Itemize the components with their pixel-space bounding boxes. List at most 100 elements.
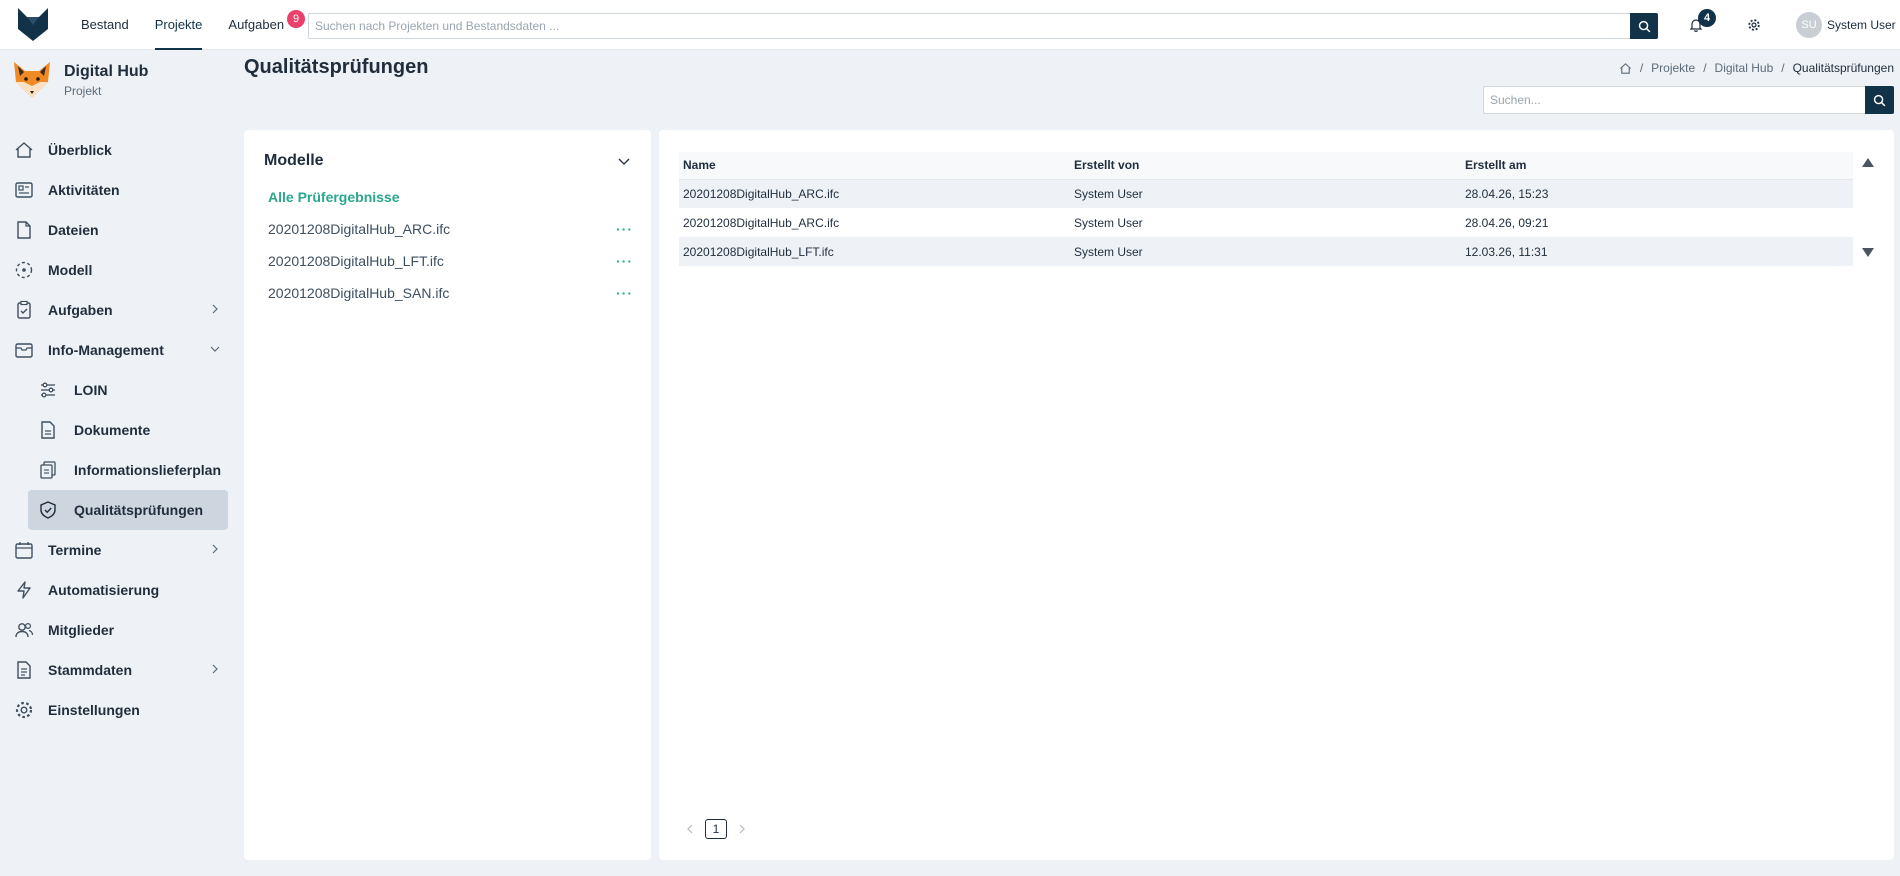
- document-icon: [41, 421, 55, 439]
- page-search-button[interactable]: [1865, 86, 1894, 114]
- breadcrumb-separator: /: [1781, 61, 1785, 75]
- search-icon: [1873, 94, 1886, 106]
- page-number-button[interactable]: 1: [705, 819, 727, 839]
- global-search-box: [308, 13, 1658, 39]
- previous-page-button[interactable]: [683, 822, 697, 836]
- sliders-icon: [41, 382, 55, 398]
- sidebar-item-info-management[interactable]: Info-Management: [0, 330, 235, 370]
- model-item[interactable]: 20201208DigitalHub_SAN.ifc ···: [268, 285, 633, 305]
- chevron-right-icon: [212, 664, 218, 674]
- breadcrumb-separator: /: [1639, 61, 1644, 75]
- scroll-up-arrow-icon[interactable]: [1862, 158, 1874, 167]
- sidebar-item-modell[interactable]: Modell: [0, 250, 235, 290]
- app-logo-icon[interactable]: [14, 5, 52, 43]
- cell-created-at: 12.03.26, 11:31: [1461, 237, 1853, 266]
- column-header-name[interactable]: Name: [679, 152, 1070, 180]
- chevron-right-icon: [212, 544, 218, 554]
- breadcrumb-projekte[interactable]: Projekte: [1651, 61, 1695, 75]
- scroll-down-arrow-icon[interactable]: [1862, 248, 1874, 257]
- table-row[interactable]: 20201208DigitalHub_ARC.ifc System User 2…: [679, 179, 1853, 208]
- models-panel: Modelle Alle Prüfergebnisse 20201208Digi…: [244, 130, 651, 860]
- cell-name: 20201208DigitalHub_LFT.ifc: [679, 237, 1070, 266]
- model-item[interactable]: 20201208DigitalHub_LFT.ifc ···: [268, 253, 633, 273]
- nav-projekte[interactable]: Projekte: [142, 0, 216, 50]
- sidebar-item-ueberblick[interactable]: Überblick: [0, 130, 235, 170]
- page-search-input[interactable]: [1484, 87, 1859, 113]
- users-icon: [15, 622, 34, 638]
- sidebar-item-automatisierung[interactable]: Automatisierung: [0, 570, 235, 610]
- sidebar-item-termine[interactable]: Termine: [0, 530, 235, 570]
- chevron-down-icon[interactable]: [617, 154, 631, 168]
- search-icon: [1638, 20, 1650, 32]
- sidebar-item-informationslieferplan[interactable]: Informationslieferplan: [0, 450, 235, 490]
- more-options-icon[interactable]: ···: [616, 253, 633, 269]
- sidebar-item-mitglieder[interactable]: Mitglieder: [0, 610, 235, 650]
- sidebar-item-aktivitaeten[interactable]: Aktivitäten: [0, 170, 235, 210]
- cell-name: 20201208DigitalHub_ARC.ifc: [683, 215, 840, 230]
- user-menu[interactable]: SU System User: [1796, 12, 1896, 38]
- cell-name: 20201208DigitalHub_ARC.ifc: [679, 179, 1070, 208]
- calendar-icon: [15, 542, 33, 559]
- sidebar-item-stammdaten[interactable]: Stammdaten: [0, 650, 235, 690]
- page-title: Qualitätsprüfungen: [244, 56, 429, 78]
- global-search-button[interactable]: [1630, 13, 1658, 39]
- sidebar: Überblick Aktivitäten Dateien Modell Auf…: [0, 130, 235, 730]
- home-icon: [15, 142, 33, 158]
- column-header-created-by[interactable]: Erstellt von: [1070, 152, 1461, 180]
- copy-documents-icon: [40, 461, 56, 479]
- sidebar-item-aufgaben[interactable]: Aufgaben: [0, 290, 235, 330]
- sidebar-item-qualitaetspruefungen[interactable]: Qualitätsprüfungen: [28, 490, 228, 530]
- more-options-icon[interactable]: ···: [616, 221, 633, 237]
- clipboard-check-icon: [17, 300, 31, 319]
- nav-aufgaben[interactable]: Aufgaben 9: [215, 0, 306, 50]
- shield-check-icon: [40, 501, 56, 519]
- avatar: SU: [1796, 12, 1822, 38]
- chevron-right-icon: [739, 824, 745, 834]
- project-header: Digital Hub Projekt: [10, 58, 148, 102]
- table-row[interactable]: 20201208DigitalHub_LFT.ifc System User 1…: [679, 237, 1853, 266]
- sidebar-item-dateien[interactable]: Dateien: [0, 210, 235, 250]
- pagination: 1: [683, 819, 749, 839]
- sidebar-item-loin[interactable]: LOIN: [0, 370, 235, 410]
- column-header-created-at[interactable]: Erstellt am: [1461, 152, 1853, 180]
- models-title: Modelle: [264, 152, 324, 169]
- cell-created-by: System User: [1070, 237, 1461, 266]
- chevron-right-icon: [212, 304, 218, 314]
- home-icon[interactable]: [1619, 62, 1632, 75]
- sidebar-item-dokumente[interactable]: Dokumente: [0, 410, 235, 450]
- global-search-input[interactable]: [309, 14, 1619, 38]
- master-data-icon: [17, 661, 31, 679]
- settings-button[interactable]: [1744, 15, 1764, 35]
- nav-bestand[interactable]: Bestand: [68, 0, 142, 50]
- model-item[interactable]: 20201208DigitalHub_ARC.ifc ···: [268, 221, 633, 241]
- all-results-link[interactable]: Alle Prüfergebnisse: [268, 189, 400, 205]
- top-bar: Bestand Projekte Aufgaben 9 4 SU System …: [0, 0, 1900, 50]
- sidebar-item-einstellungen[interactable]: Einstellungen: [0, 690, 235, 730]
- results-table-wrapper: Name Erstellt von Erstellt am 20201208Di…: [679, 152, 1853, 266]
- fox-logo-icon: [14, 62, 50, 98]
- notification-count-badge: 4: [1698, 9, 1716, 27]
- table-header-row: Name Erstellt von Erstellt am: [679, 152, 1853, 180]
- tasks-count-badge: 9: [287, 10, 306, 28]
- breadcrumb-current: Qualitätsprüfungen: [1792, 61, 1894, 75]
- top-navigation: Bestand Projekte Aufgaben 9: [68, 0, 306, 50]
- gear-icon: [15, 701, 33, 719]
- cell-created-at: 28.04.26, 09:21: [1465, 215, 1549, 230]
- more-options-icon[interactable]: ···: [616, 285, 633, 301]
- model-cube-icon: [15, 261, 33, 279]
- results-table-panel: Name Erstellt von Erstellt am 20201208Di…: [659, 130, 1894, 860]
- lightning-icon: [17, 581, 31, 599]
- next-page-button[interactable]: [735, 822, 749, 836]
- chevron-left-icon: [687, 824, 693, 834]
- breadcrumb: / Projekte / Digital Hub / Qualitätsprüf…: [1619, 61, 1894, 75]
- cell-created-by: System User: [1074, 215, 1143, 230]
- file-icon: [17, 221, 31, 239]
- cell-created-at: 28.04.26, 15:23: [1461, 179, 1853, 208]
- user-name: System User: [1827, 18, 1896, 32]
- breadcrumb-digital-hub[interactable]: Digital Hub: [1715, 61, 1774, 75]
- page-search-box: [1483, 86, 1894, 114]
- activity-feed-icon: [15, 182, 33, 198]
- table-row[interactable]: 20201208DigitalHub_ARC.ifc System User 2…: [679, 208, 1853, 237]
- project-subtitle: Projekt: [64, 83, 102, 98]
- notifications-button[interactable]: 4: [1686, 9, 1716, 35]
